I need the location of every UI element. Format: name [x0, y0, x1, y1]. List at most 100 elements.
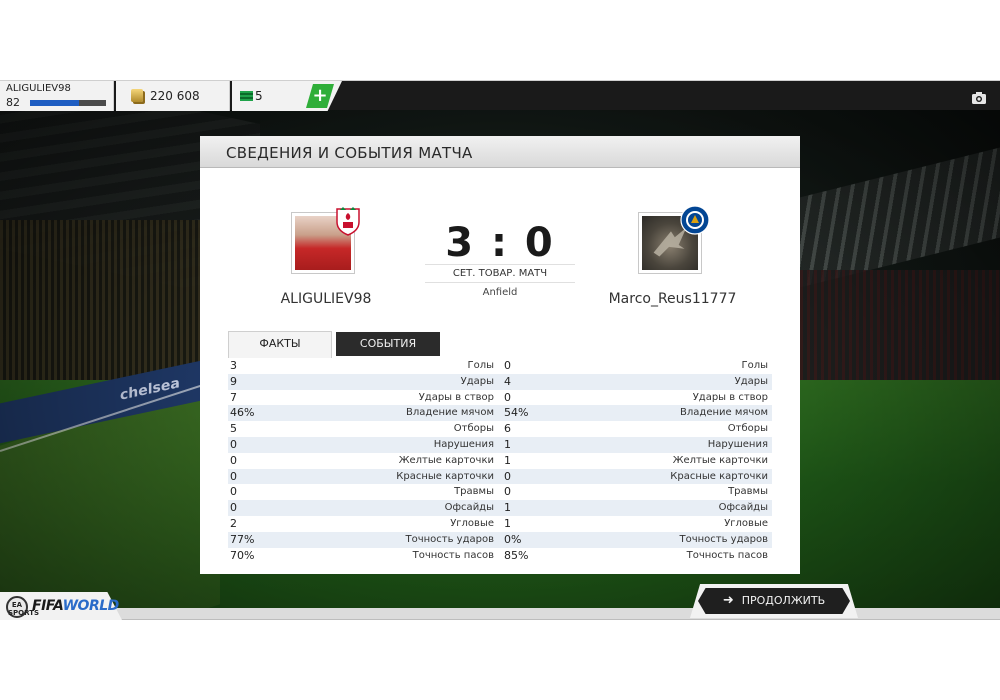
stat-away-value: 4 — [504, 374, 511, 388]
stat-away: 1 Угловые — [502, 516, 772, 532]
stat-away-label: Владение мячом — [680, 407, 768, 419]
stat-home: 9 Удары — [228, 374, 498, 390]
stat-away-value: 0 — [504, 390, 511, 404]
stat-away: 54% Владение мячом — [502, 405, 772, 421]
stat-away-label: Удары — [734, 375, 768, 387]
stat-home-value: 77% — [230, 532, 255, 546]
stat-home-value: 2 — [230, 516, 237, 530]
stat-away: 6 Отборы — [502, 421, 772, 437]
stat-away-label: Голы — [741, 360, 768, 371]
stat-row: 7 Удары в створ 0 Удары в створ — [228, 390, 772, 406]
stat-away-value: 1 — [504, 453, 511, 467]
stat-row: 0 Офсайды 1 Офсайды — [228, 500, 772, 516]
camera-icon[interactable] — [972, 89, 986, 104]
stat-home-value: 0 — [230, 485, 237, 499]
stat-away-value: 85% — [504, 548, 529, 562]
stat-home-value: 46% — [230, 406, 255, 420]
stat-home: 0 Красные карточки — [228, 469, 498, 485]
top-bar: ALIGULIEV98 82 220 608 5 + — [0, 80, 1000, 111]
stat-row: 2 Угловые 1 Угловые — [228, 516, 772, 532]
coins-panel[interactable]: 220 608 — [116, 81, 230, 111]
xp-progress-fill — [30, 100, 80, 106]
arrow-right-icon: ➜ — [722, 593, 734, 608]
fifa-world-logo: FIFAWORLD — [32, 598, 119, 614]
stat-away: 0 Красные карточки — [502, 469, 772, 485]
logo-fifa-text: FIFA — [32, 598, 63, 614]
stat-away: 1 Офсайды — [502, 500, 772, 516]
match-venue: Anfield — [482, 287, 518, 298]
stat-away-value: 0 — [504, 359, 511, 372]
stat-away: 1 Нарушения — [502, 437, 772, 453]
stat-row: 9 Удары 4 Удары — [228, 373, 772, 390]
ea-sports-logo: EA SPORTS — [6, 596, 39, 618]
coin-stack-icon — [131, 89, 143, 102]
tab-events[interactable]: СОБЫТИЯ — [336, 332, 440, 356]
stat-home: 70% Точность пасов — [228, 548, 498, 564]
stat-home-label: Красные карточки — [396, 470, 494, 482]
fifa-points-icon — [240, 91, 253, 101]
stat-away-value: 0 — [504, 469, 511, 483]
logo-world-text: WORLD — [62, 598, 120, 614]
stat-away-label: Точность пасов — [686, 549, 768, 561]
stat-home-value: 7 — [230, 390, 237, 404]
stat-home-label: Владение мячом — [406, 407, 494, 419]
stat-home: 0 Желтые карточки — [228, 453, 498, 469]
stat-home-label: Удары в створ — [418, 391, 494, 403]
stat-away: 85% Точность пасов — [502, 548, 772, 564]
stat-away-value: 54% — [504, 406, 529, 420]
stat-away: 0 Травмы — [502, 484, 772, 500]
stat-away-value: 0% — [504, 532, 522, 546]
stat-home-label: Нарушения — [433, 438, 494, 450]
stat-home: 0 Офсайды — [228, 500, 498, 516]
points-panel[interactable]: 5 — [232, 81, 318, 111]
stat-away-label: Травмы — [728, 486, 768, 498]
stat-away-label: Желтые карточки — [672, 454, 768, 466]
stat-home-label: Угловые — [450, 517, 494, 529]
profile-level: 82 — [6, 96, 20, 109]
continue-label: ПРОДОЛЖИТЬ — [741, 594, 826, 607]
stat-away-label: Угловые — [724, 517, 768, 529]
stat-home-value: 5 — [230, 422, 237, 436]
stat-row: 3 Голы 0 Голы — [228, 358, 772, 374]
stat-home-value: 70% — [230, 548, 255, 562]
profile-username: ALIGULIEV98 — [6, 83, 71, 94]
stats-table: 3 Голы 0 Голы 9 Удары 4 Удары 7 Удары в створ 0 Уда… — [228, 358, 772, 563]
stat-away-value: 1 — [504, 516, 511, 530]
stat-away: 1 Желтые карточки — [502, 453, 772, 469]
stat-away-label: Офсайды — [718, 502, 768, 514]
stat-home-label: Желтые карточки — [398, 454, 494, 466]
stat-away-label: Отборы — [727, 423, 768, 435]
chelsea-crest-icon — [680, 205, 710, 235]
stat-away-label: Удары в створ — [692, 391, 768, 403]
stat-away-value: 6 — [504, 422, 511, 436]
stat-away: 0% Точность ударов — [502, 532, 772, 548]
stat-home-label: Отборы — [453, 423, 494, 435]
tab-facts[interactable]: ФАКТЫ — [228, 331, 332, 358]
continue-button[interactable]: ➜ ПРОДОЛЖИТЬ — [698, 588, 850, 614]
points-value: 5 — [255, 89, 263, 103]
stat-home: 7 Удары в створ — [228, 390, 498, 406]
stat-row: 5 Отборы 6 Отборы — [228, 421, 772, 437]
stat-row: 70% Точность пасов 85% Точность пасов — [228, 548, 772, 564]
stat-row: 46% Владение мячом 54% Владение мячом — [228, 405, 772, 422]
stat-home-value: 0 — [230, 453, 237, 467]
stat-away: 0 Удары в створ — [502, 390, 772, 406]
stat-home-value: 3 — [230, 359, 237, 372]
stat-home-value: 0 — [230, 501, 237, 515]
coins-value: 220 608 — [150, 89, 200, 103]
stat-home-label: Офсайды — [444, 502, 494, 514]
stat-home-value: 0 — [230, 469, 237, 483]
stat-home-value: 9 — [230, 374, 237, 388]
stat-home: 77% Точность ударов — [228, 532, 498, 548]
stat-away-label: Нарушения — [707, 438, 768, 450]
stat-home: 0 Нарушения — [228, 437, 498, 453]
stat-away-value: 1 — [504, 501, 511, 515]
stat-home-label: Удары — [460, 375, 494, 387]
stat-away: 4 Удары — [502, 374, 772, 390]
stat-home: 5 Отборы — [228, 421, 498, 437]
stat-home: 2 Угловые — [228, 516, 498, 532]
profile-panel[interactable]: ALIGULIEV98 82 — [0, 81, 114, 111]
stat-row: 0 Нарушения 1 Нарушения — [228, 436, 772, 453]
stat-home-label: Точность ударов — [405, 533, 494, 545]
stat-home: 0 Травмы — [228, 484, 498, 500]
